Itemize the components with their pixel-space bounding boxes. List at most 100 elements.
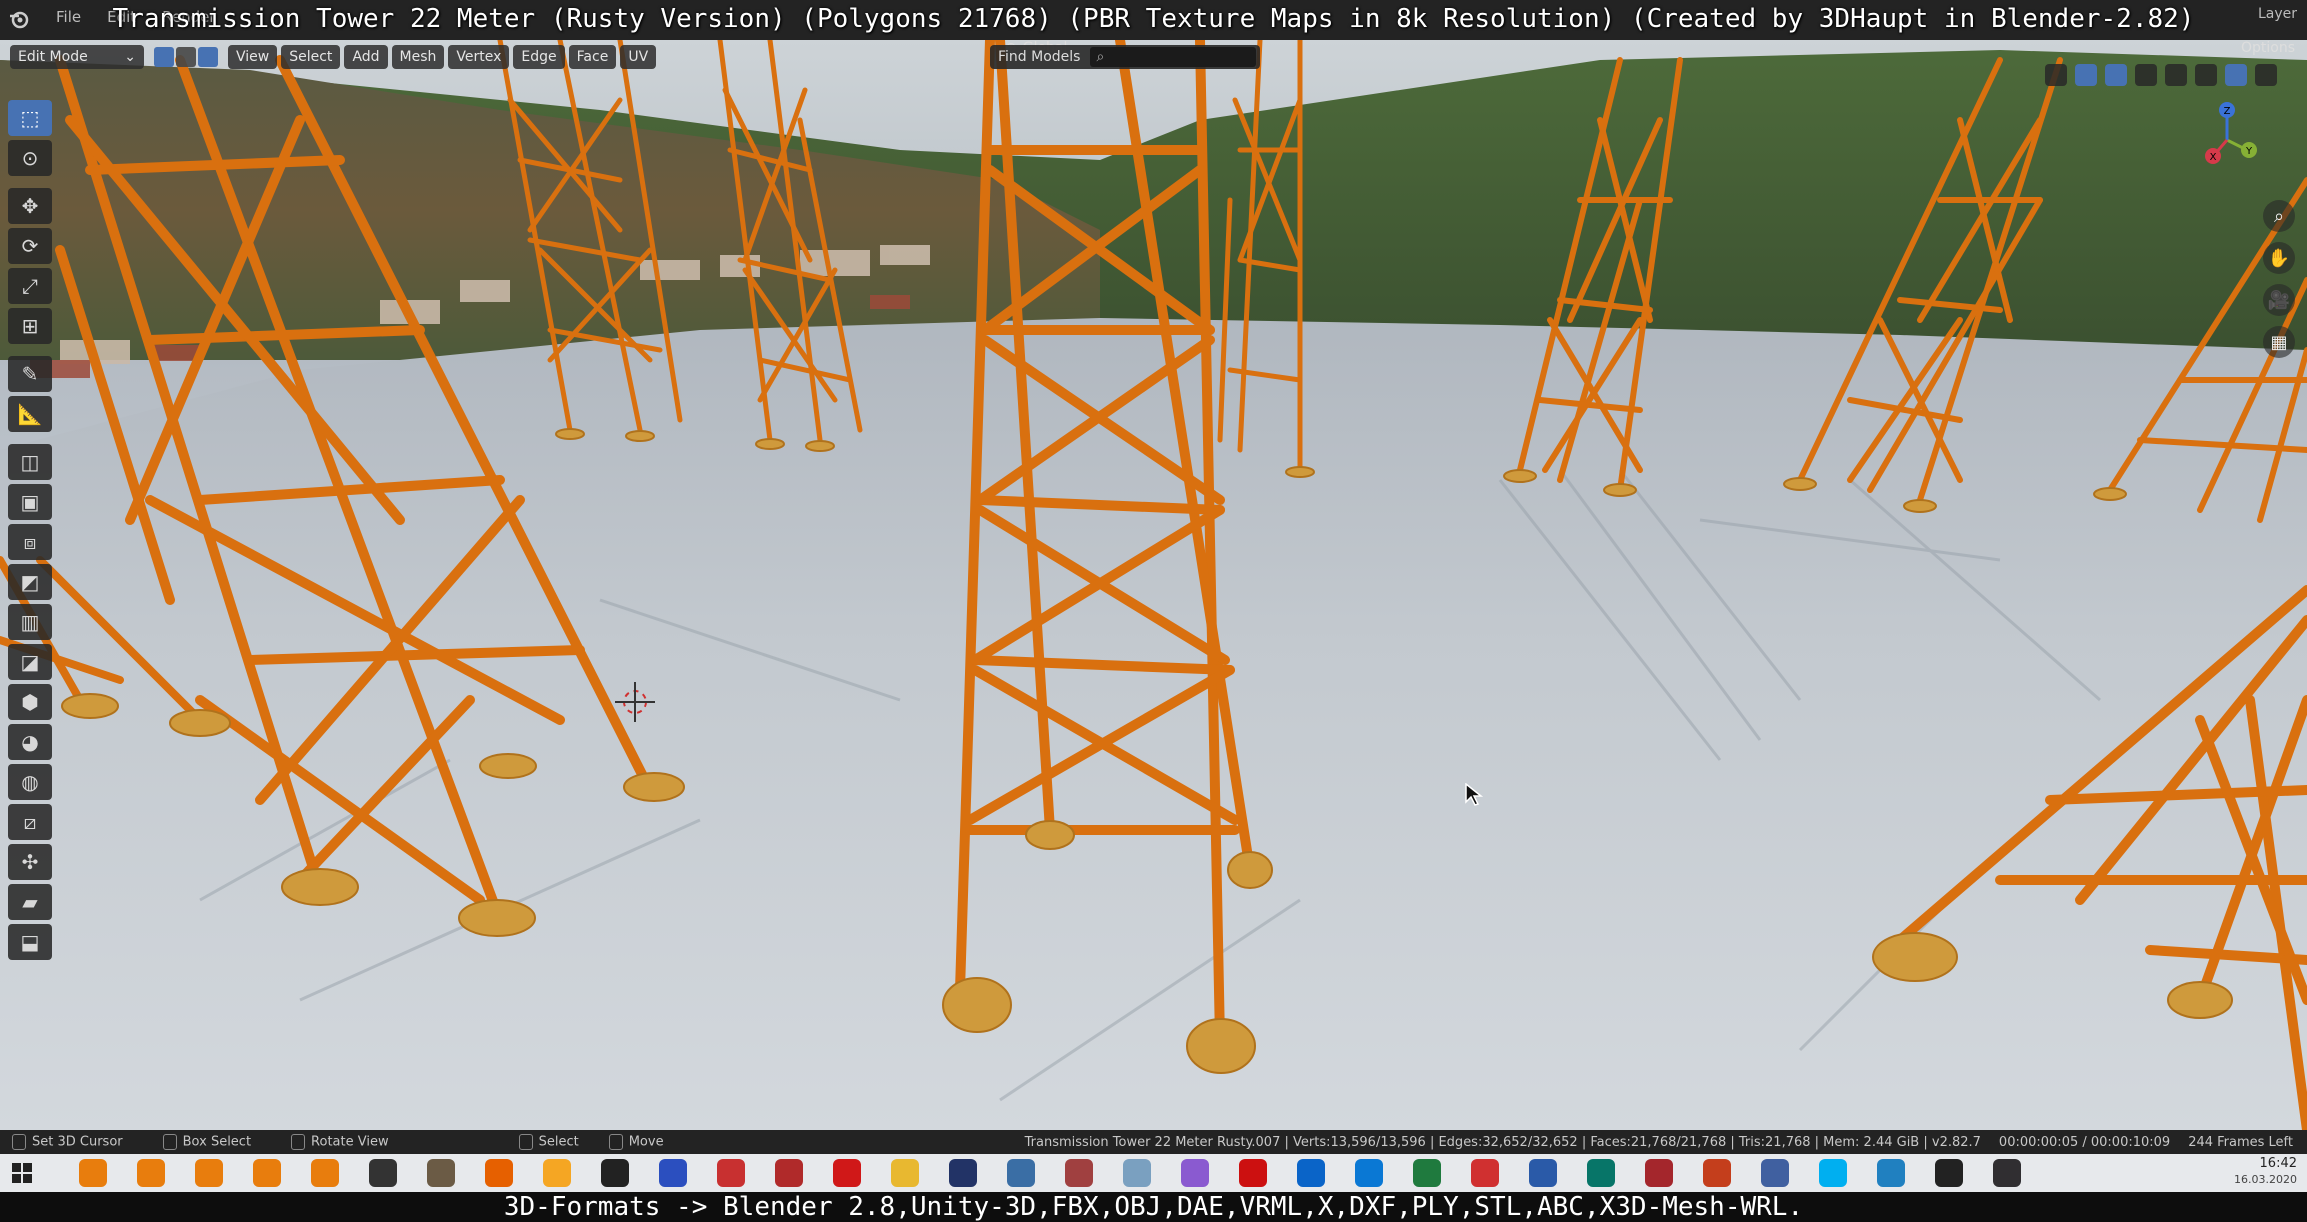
menu-vertex[interactable]: Vertex: [448, 45, 510, 69]
scale-tool-icon[interactable]: ⤢: [8, 268, 52, 304]
xray-icon[interactable]: [2135, 64, 2157, 86]
inset-tool-icon[interactable]: ⧈: [8, 524, 52, 560]
poly-build-icon[interactable]: ⬢: [8, 684, 52, 720]
material-shading-icon[interactable]: [2225, 64, 2247, 86]
gear-icon[interactable]: [775, 1159, 803, 1187]
visibility-icon[interactable]: [2045, 64, 2067, 86]
pan-hand-icon[interactable]: ✋: [2263, 242, 2295, 274]
windows-taskbar: 16:42 16.03.2020: [0, 1154, 2307, 1192]
rip-tool-icon[interactable]: ⬓: [8, 924, 52, 960]
shear-tool-icon[interactable]: ▰: [8, 884, 52, 920]
blender-icon[interactable]: [79, 1159, 107, 1187]
edge-select-icon[interactable]: [176, 47, 196, 67]
edge-slide-icon[interactable]: ⧄: [8, 804, 52, 840]
hint-set-cursor: Set 3D Cursor: [12, 1134, 123, 1150]
publisher-icon[interactable]: [1587, 1159, 1615, 1187]
rotate-tool-icon[interactable]: ⟳: [8, 228, 52, 264]
knife-tool-icon[interactable]: ◪: [8, 644, 52, 680]
blender-icon[interactable]: [311, 1159, 339, 1187]
blender-icon[interactable]: [253, 1159, 281, 1187]
firefox-icon[interactable]: [485, 1159, 513, 1187]
navigation-gizmo[interactable]: Y Z X: [2187, 100, 2267, 180]
x-icon[interactable]: [949, 1159, 977, 1187]
hint-label: Set 3D Cursor: [32, 1134, 123, 1150]
network-icon[interactable]: [717, 1159, 745, 1187]
render-shading-icon[interactable]: [2255, 64, 2277, 86]
transform-tool-icon[interactable]: ⊞: [8, 308, 52, 344]
powerpoint-icon[interactable]: [1703, 1159, 1731, 1187]
zoom-icon[interactable]: ⌕: [2263, 200, 2295, 232]
menu-edge[interactable]: Edge: [513, 45, 565, 69]
bevel-tool-icon[interactable]: ◩: [8, 564, 52, 600]
mouse-left-icon: [12, 1134, 26, 1150]
gimp-icon[interactable]: [427, 1159, 455, 1187]
layer-label[interactable]: Layer: [2258, 6, 2297, 22]
3d-viewport[interactable]: [0, 40, 2307, 1130]
search-input[interactable]: ⌕: [1090, 47, 1256, 67]
options-dropdown[interactable]: Options: [2241, 40, 2295, 56]
pdf-icon[interactable]: [833, 1159, 861, 1187]
menu-add[interactable]: Add: [344, 45, 388, 69]
solid-shading-icon[interactable]: [2195, 64, 2217, 86]
pen-icon[interactable]: [1877, 1159, 1905, 1187]
date[interactable]: 16.03.2020: [2234, 1172, 2297, 1188]
clock[interactable]: 16:42: [2234, 1156, 2297, 1172]
frames-left: 244 Frames Left: [2188, 1134, 2293, 1150]
loop-cut-icon[interactable]: ▥: [8, 604, 52, 640]
overlay-toggle-icon[interactable]: [2105, 64, 2127, 86]
menu-view[interactable]: View: [228, 45, 278, 69]
move-tool-icon[interactable]: ✥: [8, 188, 52, 224]
select-box-icon[interactable]: ⬚: [8, 100, 52, 136]
excel-icon[interactable]: [1413, 1159, 1441, 1187]
unity-icon[interactable]: [1935, 1159, 1963, 1187]
vivaldi-icon[interactable]: [1471, 1159, 1499, 1187]
outlook-icon[interactable]: [1297, 1159, 1325, 1187]
grid-icon[interactable]: ▦: [2263, 326, 2295, 358]
edge-icon[interactable]: [1355, 1159, 1383, 1187]
obs-icon[interactable]: [1993, 1159, 2021, 1187]
smooth-tool-icon[interactable]: ◍: [8, 764, 52, 800]
balloon-icon[interactable]: [1181, 1159, 1209, 1187]
tool-icon[interactable]: [1761, 1159, 1789, 1187]
blender-icon[interactable]: [137, 1159, 165, 1187]
folder-icon[interactable]: [891, 1159, 919, 1187]
camera-icon[interactable]: 🎥: [2263, 284, 2295, 316]
chart-icon[interactable]: [1007, 1159, 1035, 1187]
cursor-tool-icon[interactable]: ⊙: [8, 140, 52, 176]
video-caption: 3D-Formats -> Blender 2.8,Unity-3D,FBX,O…: [0, 1192, 2307, 1222]
add-cube-icon[interactable]: ◫: [8, 444, 52, 480]
face-select-icon[interactable]: [198, 47, 218, 67]
mouse-middle-icon: [162, 1134, 177, 1150]
vertex-select-icon[interactable]: [154, 47, 174, 67]
unity-icon[interactable]: [369, 1159, 397, 1187]
gizmo-y-label: Y: [2245, 146, 2253, 157]
terminal-icon[interactable]: [601, 1159, 629, 1187]
skype-icon[interactable]: [1819, 1159, 1847, 1187]
playback-time: 00:00:00:05 / 00:00:10:09: [1998, 1134, 2171, 1150]
menu-face[interactable]: Face: [568, 45, 617, 69]
shrink-fatten-icon[interactable]: ✣: [8, 844, 52, 880]
save-icon[interactable]: [659, 1159, 687, 1187]
access-icon[interactable]: [1645, 1159, 1673, 1187]
opera-icon[interactable]: [1239, 1159, 1267, 1187]
windows-start-button[interactable]: [0, 1154, 44, 1192]
word-icon[interactable]: [1529, 1159, 1557, 1187]
spin-tool-icon[interactable]: ◕: [8, 724, 52, 760]
annotate-tool-icon[interactable]: ✎: [8, 356, 52, 392]
find-models-label: Find Models: [998, 49, 1081, 65]
box-icon[interactable]: [1123, 1159, 1151, 1187]
plane-icon[interactable]: [1065, 1159, 1093, 1187]
status-mouse-hints: Set 3D Cursor Box Select Rotate View: [12, 1134, 389, 1150]
mode-dropdown[interactable]: Edit Mode ⌄: [10, 45, 144, 69]
menu-select[interactable]: Select: [281, 45, 341, 69]
menu-uv[interactable]: UV: [620, 45, 657, 69]
extrude-tool-icon[interactable]: ▣: [8, 484, 52, 520]
scene-stats: Transmission Tower 22 Meter Rusty.007 | …: [1025, 1135, 2293, 1150]
flame-icon[interactable]: [543, 1159, 571, 1187]
menu-mesh[interactable]: Mesh: [391, 45, 445, 69]
gizmo-toggle-icon[interactable]: [2075, 64, 2097, 86]
measure-tool-icon[interactable]: 📐: [8, 396, 52, 432]
find-models-bar[interactable]: Find Models ⌕: [990, 45, 1260, 69]
blender-icon[interactable]: [195, 1159, 223, 1187]
wireframe-shading-icon[interactable]: [2165, 64, 2187, 86]
